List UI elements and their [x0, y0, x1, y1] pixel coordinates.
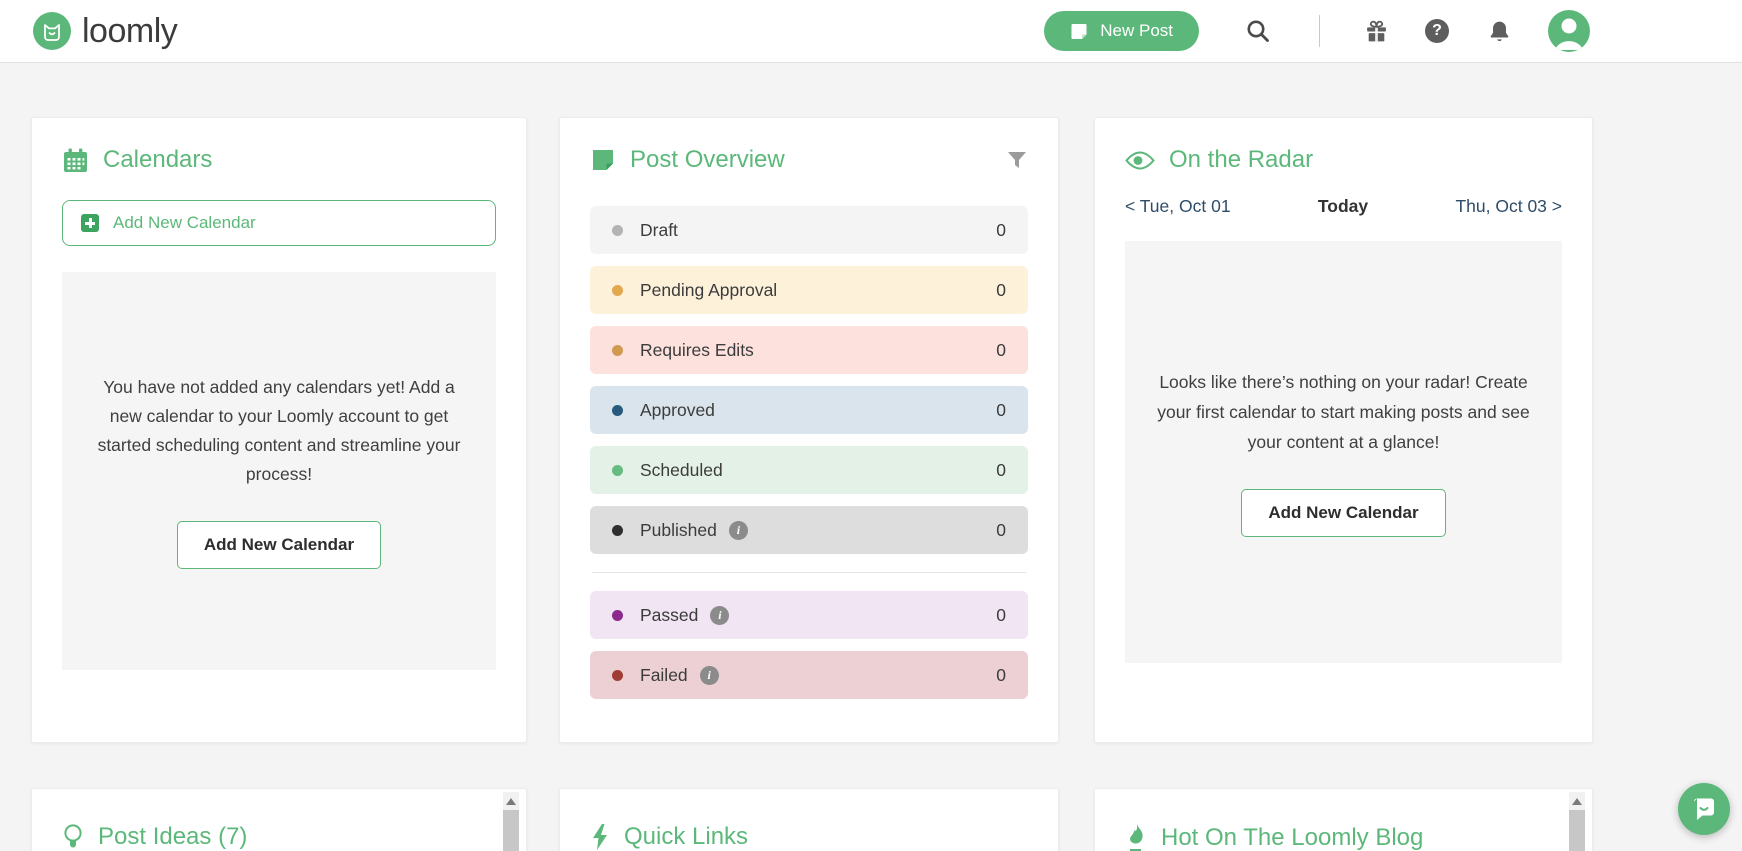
scrollbar-thumb[interactable]	[503, 810, 519, 851]
post-ideas-scrollbar[interactable]	[503, 792, 519, 851]
calendars-card: Calendars Add New Calendar You have not …	[31, 117, 527, 743]
info-icon[interactable]: i	[700, 666, 719, 685]
post-status-row[interactable]: Passed i 0	[590, 591, 1028, 639]
new-post-button[interactable]: New Post	[1044, 11, 1199, 51]
calendars-title-label: Calendars	[103, 146, 212, 174]
radar-empty-text: Looks like there’s nothing on your radar…	[1154, 367, 1534, 457]
flame-icon	[1125, 823, 1147, 851]
status-label: Requires Edits	[640, 340, 754, 361]
blog-card-title: Hot On The Loomly Blog	[1125, 823, 1562, 851]
status-dot-icon	[612, 670, 623, 681]
header-divider	[1319, 15, 1320, 47]
loomly-cat-icon	[33, 12, 71, 50]
radar-today-link[interactable]: Today	[1231, 196, 1456, 217]
blog-title-label: Hot On The Loomly Blog	[1161, 824, 1423, 851]
post-overview-divider	[592, 572, 1026, 573]
post-status-row[interactable]: Requires Edits 0	[590, 326, 1028, 374]
blog-scrollbar[interactable]	[1569, 792, 1585, 851]
status-count: 0	[996, 605, 1006, 626]
post-ideas-card: Post Ideas (7)	[31, 788, 527, 851]
post-note-icon	[590, 147, 616, 173]
post-overview-card: Post Overview Draft 0 Pending Approval 0…	[559, 117, 1059, 743]
status-label: Approved	[640, 400, 715, 421]
calendars-card-title: Calendars	[62, 146, 496, 174]
calendars-empty-add-button[interactable]: Add New Calendar	[177, 521, 381, 569]
user-avatar[interactable]	[1548, 10, 1590, 52]
chat-launcher-button[interactable]	[1678, 783, 1730, 835]
status-dot-icon	[612, 525, 623, 536]
status-label: Draft	[640, 220, 678, 241]
status-count: 0	[996, 520, 1006, 541]
new-post-label: New Post	[1100, 21, 1173, 41]
post-status-row[interactable]: Scheduled 0	[590, 446, 1028, 494]
radar-date-nav: < Tue, Oct 01 Today Thu, Oct 03 >	[1125, 196, 1562, 217]
status-count: 0	[996, 400, 1006, 421]
notifications-bell-icon[interactable]	[1487, 19, 1512, 44]
loomly-logo[interactable]: loomly	[33, 12, 177, 51]
quick-links-card: Quick Links	[559, 788, 1059, 851]
radar-empty-state: Looks like there’s nothing on your radar…	[1125, 241, 1562, 663]
radar-prev-day-link[interactable]: < Tue, Oct 01	[1125, 196, 1231, 217]
post-status-row[interactable]: Published i 0	[590, 506, 1028, 554]
status-dot-icon	[612, 610, 623, 621]
status-count: 0	[996, 665, 1006, 686]
status-count: 0	[996, 460, 1006, 481]
app-header: loomly New Post ?	[0, 0, 1742, 63]
post-overview-rows: Draft 0 Pending Approval 0 Requires Edit…	[590, 206, 1028, 699]
status-label: Failed	[640, 665, 688, 686]
status-label: Scheduled	[640, 460, 723, 481]
post-status-row[interactable]: Approved 0	[590, 386, 1028, 434]
post-status-row[interactable]: Pending Approval 0	[590, 266, 1028, 314]
info-icon[interactable]: i	[729, 521, 748, 540]
post-overview-card-title: Post Overview	[590, 146, 1006, 174]
radar-card-title: On the Radar	[1125, 146, 1562, 174]
status-dot-icon	[612, 465, 623, 476]
radar-next-day-link[interactable]: Thu, Oct 03 >	[1455, 196, 1562, 217]
post-status-row[interactable]: Failed i 0	[590, 651, 1028, 699]
help-icon[interactable]: ?	[1425, 19, 1449, 43]
lightbulb-icon	[62, 823, 84, 851]
on-the-radar-card: On the Radar < Tue, Oct 01 Today Thu, Oc…	[1094, 117, 1593, 743]
status-count: 0	[996, 280, 1006, 301]
gift-icon[interactable]	[1364, 19, 1389, 44]
status-label: Passed	[640, 605, 698, 626]
quick-links-card-title: Quick Links	[590, 823, 1028, 851]
add-new-calendar-button[interactable]: Add New Calendar	[62, 200, 496, 246]
eye-icon	[1125, 150, 1155, 171]
status-label: Pending Approval	[640, 280, 777, 301]
scroll-up-arrow-icon[interactable]	[1569, 792, 1585, 810]
scroll-up-arrow-icon[interactable]	[503, 792, 519, 810]
search-icon[interactable]	[1245, 18, 1271, 44]
status-label: Published	[640, 520, 717, 541]
note-icon	[1070, 22, 1088, 40]
post-ideas-title-label: Post Ideas (7)	[98, 823, 247, 851]
post-ideas-card-title: Post Ideas (7)	[62, 823, 496, 851]
loomly-blog-card: Hot On The Loomly Blog	[1094, 788, 1593, 851]
calendars-empty-text: You have not added any calendars yet! Ad…	[85, 373, 473, 489]
radar-title-label: On the Radar	[1169, 146, 1313, 174]
status-dot-icon	[612, 345, 623, 356]
scrollbar-thumb[interactable]	[1569, 810, 1585, 851]
calendar-icon	[62, 147, 89, 174]
radar-add-calendar-button[interactable]: Add New Calendar	[1241, 489, 1445, 537]
post-status-row[interactable]: Draft 0	[590, 206, 1028, 254]
info-icon[interactable]: i	[710, 606, 729, 625]
post-overview-title-label: Post Overview	[630, 146, 785, 174]
plus-square-icon	[81, 214, 99, 232]
brand-wordmark: loomly	[82, 12, 177, 51]
status-dot-icon	[612, 285, 623, 296]
status-dot-icon	[612, 225, 623, 236]
status-count: 0	[996, 220, 1006, 241]
status-count: 0	[996, 340, 1006, 361]
quick-links-title-label: Quick Links	[624, 823, 748, 851]
chat-bubble-icon	[1691, 796, 1717, 822]
filter-funnel-icon[interactable]	[1006, 149, 1028, 171]
add-new-calendar-label: Add New Calendar	[113, 213, 256, 233]
lightning-bolt-icon	[590, 823, 610, 851]
status-dot-icon	[612, 405, 623, 416]
calendars-empty-state: You have not added any calendars yet! Ad…	[62, 272, 496, 670]
